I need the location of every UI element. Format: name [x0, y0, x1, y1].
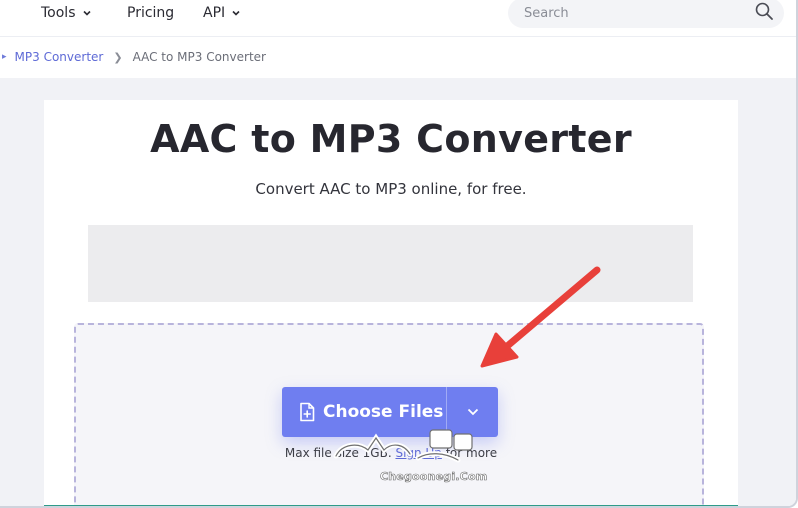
browser-page: Tools Pricing API ▸ MP3 Converter ❯ AAC … [0, 0, 798, 508]
search-input[interactable] [522, 2, 746, 24]
chevron-right-icon: ❯ [113, 50, 123, 64]
breadcrumb-current: AAC to MP3 Converter [132, 50, 266, 64]
top-navigation: Tools Pricing API [0, 0, 796, 37]
page-subtitle: Convert AAC to MP3 online, for free. [255, 180, 527, 198]
nav-api-label: API [203, 5, 226, 21]
ad-placeholder [88, 225, 693, 302]
nav-api-menu[interactable]: API [203, 2, 241, 24]
chevron-down-icon [82, 10, 91, 16]
choose-files-dropdown-button[interactable] [447, 387, 498, 437]
choose-files-label: Choose Files [323, 402, 444, 422]
nav-tools-label: Tools [41, 5, 76, 21]
chevron-down-icon [232, 10, 240, 16]
breadcrumb-mp3-converter[interactable]: MP3 Converter [15, 50, 104, 64]
chevron-down-icon [467, 408, 478, 416]
nav-pricing-label: Pricing [127, 5, 175, 21]
file-add-icon [300, 402, 315, 422]
max-file-size-note: Max file size 1GB. Sign Up for more [0, 446, 782, 460]
sign-up-link[interactable]: Sign Up [395, 446, 441, 460]
nav-tools-menu[interactable]: Tools [41, 2, 92, 24]
nav-pricing-link[interactable]: Pricing [127, 2, 174, 24]
choose-files-button-group: Choose Files [282, 387, 498, 437]
choose-files-button[interactable]: Choose Files [282, 387, 447, 437]
search-icon[interactable] [754, 1, 774, 21]
breadcrumb: ▸ MP3 Converter ❯ AAC to MP3 Converter [0, 46, 266, 68]
page-title: AAC to MP3 Converter [150, 117, 632, 161]
breadcrumb-lead-icon: ▸ [2, 52, 7, 62]
search-box [508, 0, 784, 28]
max-size-suffix: for more [445, 446, 498, 460]
max-size-text: Max file size 1GB. [284, 446, 392, 460]
